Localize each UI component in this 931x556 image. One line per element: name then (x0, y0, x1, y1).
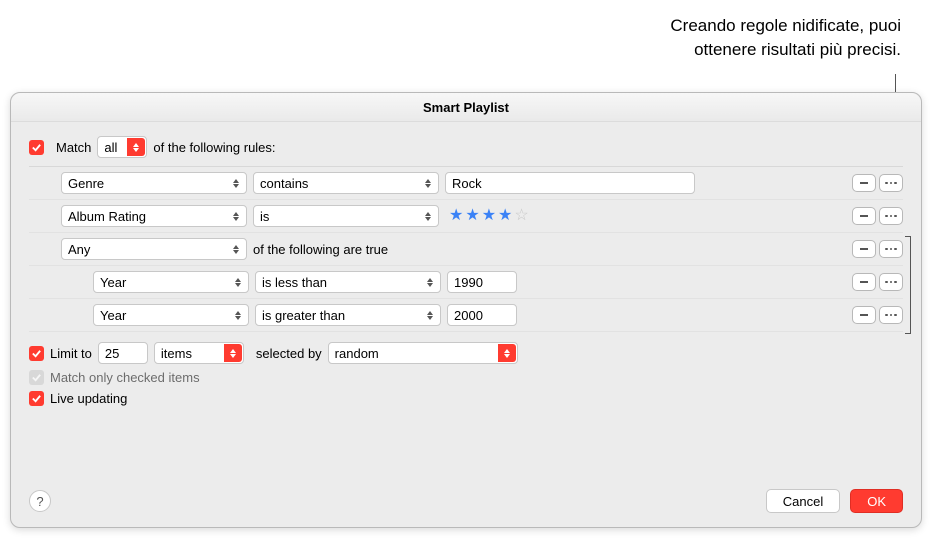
limit-row: Limit to 25 items selected by random (29, 342, 903, 364)
minus-icon (860, 182, 868, 184)
rule-row-nested: Year is less than 1990 (29, 266, 903, 299)
checkmark-icon (31, 393, 42, 404)
match-label-after: of the following rules: (153, 140, 275, 155)
match-checked-row: Match only checked items (29, 370, 903, 385)
dialog-footer: ? Cancel OK (29, 489, 903, 513)
rule-field-select[interactable]: Year (93, 304, 249, 326)
rule-operator-select[interactable]: is greater than (255, 304, 441, 326)
ok-button[interactable]: OK (850, 489, 903, 513)
ellipsis-icon (885, 215, 897, 218)
rule-options-button[interactable] (879, 240, 903, 258)
rule-field-select[interactable]: Album Rating (61, 205, 247, 227)
limit-value-input[interactable]: 25 (98, 342, 148, 364)
rule-star-rating[interactable]: ★ ★ ★ ★ ☆ (445, 208, 529, 224)
ellipsis-icon (885, 281, 897, 284)
star-icon: ★ (482, 208, 496, 224)
match-checkbox[interactable] (29, 140, 44, 155)
match-checked-checkbox (29, 370, 44, 385)
checkmark-icon (31, 372, 42, 383)
help-button[interactable]: ? (29, 490, 51, 512)
rule-field-select[interactable]: Genre (61, 172, 247, 194)
star-icon: ★ (465, 208, 479, 224)
callout-text: Creando regole nidificate, puoi ottenere… (481, 14, 901, 62)
match-mode-select[interactable]: all (97, 136, 147, 158)
remove-rule-button[interactable] (852, 240, 876, 258)
remove-rule-button[interactable] (852, 306, 876, 324)
rule-value-input[interactable]: 2000 (447, 304, 517, 326)
limit-selected-by-label: selected by (256, 346, 322, 361)
ellipsis-icon (885, 182, 897, 185)
limit-method-select[interactable]: random (328, 342, 518, 364)
rule-options-button[interactable] (879, 273, 903, 291)
nested-bracket-indicator (905, 236, 911, 334)
rule-operator-select[interactable]: is (253, 205, 439, 227)
minus-icon (860, 215, 868, 217)
smart-playlist-dialog: Smart Playlist Match all of the followin… (10, 92, 922, 528)
match-checked-label: Match only checked items (50, 370, 200, 385)
ellipsis-icon (885, 248, 897, 251)
rule-row: Genre contains Rock (29, 167, 903, 200)
help-icon: ? (36, 494, 43, 509)
rule-value-input[interactable]: Rock (445, 172, 695, 194)
live-updating-row: Live updating (29, 391, 903, 406)
match-row: Match all of the following rules: (29, 136, 903, 158)
rule-row-nested: Year is greater than 2000 (29, 299, 903, 332)
rule-options-button[interactable] (879, 306, 903, 324)
star-icon: ★ (449, 208, 463, 224)
star-icon: ☆ (514, 208, 528, 224)
rule-group-label: of the following are true (253, 242, 388, 257)
live-updating-label: Live updating (50, 391, 127, 406)
rule-value-input[interactable]: 1990 (447, 271, 517, 293)
rule-row-group: Any of the following are true (29, 233, 903, 266)
minus-icon (860, 314, 868, 316)
checkmark-icon (31, 348, 42, 359)
live-updating-checkbox[interactable] (29, 391, 44, 406)
rule-options-button[interactable] (879, 207, 903, 225)
options-block: Limit to 25 items selected by random (29, 342, 903, 406)
cancel-button[interactable]: Cancel (766, 489, 840, 513)
rule-group-mode-select[interactable]: Any (61, 238, 247, 260)
dialog-title: Smart Playlist (11, 93, 921, 122)
star-icon: ★ (498, 208, 512, 224)
minus-icon (860, 281, 868, 283)
remove-rule-button[interactable] (852, 174, 876, 192)
match-label-before: Match (56, 140, 91, 155)
rule-options-button[interactable] (879, 174, 903, 192)
checkmark-icon (31, 142, 42, 153)
remove-rule-button[interactable] (852, 207, 876, 225)
rule-row: Album Rating is ★ ★ ★ ★ ☆ (29, 200, 903, 233)
rule-operator-select[interactable]: contains (253, 172, 439, 194)
rules-list: Genre contains Rock Alb (29, 166, 903, 332)
limit-checkbox[interactable] (29, 346, 44, 361)
limit-label: Limit to (50, 346, 92, 361)
remove-rule-button[interactable] (852, 273, 876, 291)
rule-field-select[interactable]: Year (93, 271, 249, 293)
rule-operator-select[interactable]: is less than (255, 271, 441, 293)
ellipsis-icon (885, 314, 897, 317)
limit-unit-select[interactable]: items (154, 342, 244, 364)
minus-icon (860, 248, 868, 250)
